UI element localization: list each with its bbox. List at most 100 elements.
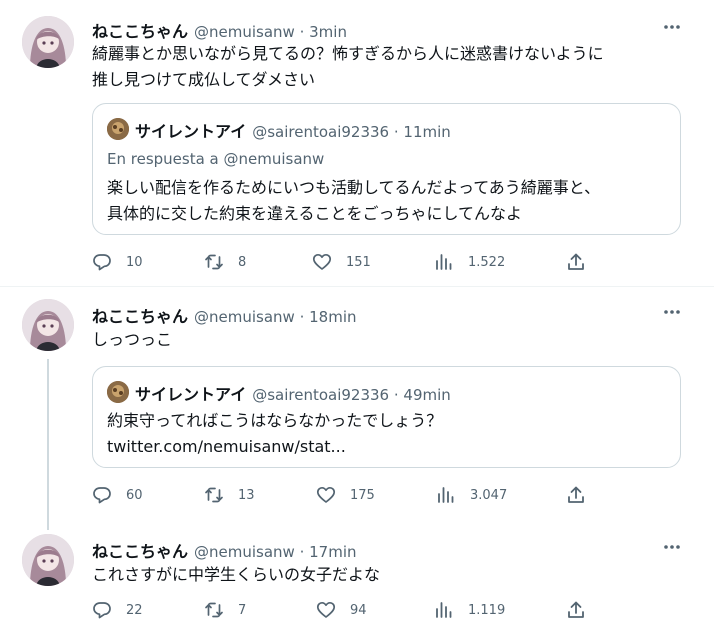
quote-timestamp: 49min — [403, 386, 451, 404]
tweet-header: ねここちゃん @nemuisanw · 18min — [92, 303, 357, 327]
quote-timestamp: 11min — [403, 123, 451, 141]
reply-button[interactable]: 22 — [92, 599, 143, 621]
reply-button[interactable]: 60 — [92, 484, 143, 506]
tweet[interactable]: ねここちゃん @nemuisanw · 3min 綺麗事とか思いながら見てるの？… — [0, 0, 714, 286]
tweet[interactable]: ねここちゃん @nemuisanw · 18min しっつっこ サイレントアイ … — [0, 287, 714, 524]
views-icon — [438, 487, 454, 503]
like-count: 151 — [346, 254, 371, 270]
timestamp[interactable]: 3min — [309, 23, 347, 41]
like-button[interactable]: 151 — [312, 251, 371, 273]
avatar-image — [22, 299, 74, 351]
more-icon[interactable] — [662, 537, 682, 557]
reply-count: 22 — [126, 602, 143, 618]
retweet-count: 8 — [238, 254, 247, 270]
action-bar: 22 7 94 1.119 — [92, 599, 612, 621]
reply-icon — [93, 487, 111, 504]
timestamp[interactable]: 18min — [309, 308, 356, 326]
quoted-tweet[interactable]: サイレントアイ @sairentoai92336 · 49min 約束守ってれば… — [92, 366, 681, 468]
avatar-image — [22, 16, 74, 68]
reply-count: 10 — [126, 254, 143, 270]
like-button[interactable]: 94 — [316, 599, 367, 621]
quote-header: サイレントアイ @sairentoai92336 · 49min — [135, 381, 451, 405]
quote-header: サイレントアイ @sairentoai92336 · 11min — [135, 118, 451, 142]
reply-prefix: En respuesta a — [107, 150, 224, 168]
reply-button[interactable]: 10 — [92, 251, 143, 273]
views-button[interactable]: 1.119 — [434, 599, 505, 621]
share-button[interactable] — [566, 599, 600, 621]
reply-icon — [93, 254, 111, 271]
quote-text-line: 具体的に交した約束を違えることをごっちゃにしてんなよ — [107, 204, 523, 223]
reply-context: En respuesta a @nemuisanw — [107, 150, 324, 168]
display-name[interactable]: ねここちゃん — [92, 538, 188, 562]
quote-handle: @sairentoai92336 — [252, 386, 390, 404]
display-name[interactable]: ねここちゃん — [92, 18, 188, 42]
retweet-count: 13 — [238, 487, 255, 503]
retweet-count: 7 — [238, 602, 247, 618]
share-button[interactable] — [566, 251, 600, 273]
retweet-button[interactable]: 7 — [204, 599, 246, 621]
timestamp[interactable]: 17min — [309, 543, 356, 561]
retweet-icon — [205, 487, 223, 503]
tweet-text-line: 推し見つけて成仏してダメさい — [92, 70, 316, 89]
thread-line — [47, 359, 49, 524]
share-icon — [568, 253, 584, 270]
avatar-image — [22, 534, 74, 586]
views-count: 3.047 — [470, 487, 508, 503]
avatar[interactable] — [22, 299, 74, 351]
timeline: ねここちゃん @nemuisanw · 3min 綺麗事とか思いながら見てるの？… — [0, 0, 714, 640]
quote-text-line: 楽しい配信を作るためにいつも活動してるんだよってあう綺麗事と、 — [107, 178, 601, 197]
separator-dot: · — [389, 386, 404, 404]
tweet-text: 綺麗事とか思いながら見てるの？怖すぎるから人に迷惑書けないように 推し見つけて成… — [92, 41, 682, 93]
heart-icon — [316, 486, 336, 503]
views-button[interactable]: 3.047 — [436, 484, 507, 506]
views-button[interactable]: 1.522 — [434, 251, 505, 273]
like-button[interactable]: 175 — [316, 484, 375, 506]
thread-line — [47, 524, 49, 530]
tweet-text: これさすがに中学生くらいの女子だよな — [92, 562, 682, 588]
tweet-text: しっつっこ — [92, 327, 682, 353]
like-count: 175 — [350, 487, 375, 503]
quote-text: 楽しい配信を作るためにいつも活動してるんだよってあう綺麗事と、 具体的に交した約… — [107, 175, 667, 227]
action-bar: 10 8 151 1.522 — [92, 251, 612, 273]
views-icon — [436, 602, 452, 618]
views-count: 1.119 — [468, 602, 506, 618]
like-count: 94 — [350, 602, 367, 618]
reply-icon — [93, 602, 111, 619]
share-icon — [568, 601, 584, 618]
retweet-button[interactable]: 8 — [204, 251, 246, 273]
tweet-header: ねここちゃん @nemuisanw · 3min — [92, 18, 347, 42]
views-icon — [436, 254, 452, 270]
retweet-icon — [205, 602, 223, 618]
quote-display-name: サイレントアイ — [135, 385, 247, 404]
display-name[interactable]: ねここちゃん — [92, 303, 188, 327]
reply-handle[interactable]: @nemuisanw — [224, 150, 325, 168]
tweet-text-line: 綺麗事とか思いながら見てるの？怖すぎるから人に迷惑書けないように — [92, 44, 604, 63]
quote-display-name: サイレントアイ — [135, 122, 247, 141]
user-handle[interactable]: @nemuisanw — [194, 543, 295, 561]
quote-text: 約束守ってればこうはならなかったでしょう？ twitter.com/nemuis… — [107, 408, 667, 460]
separator-dot: · — [294, 543, 310, 561]
quote-handle: @sairentoai92336 — [252, 123, 390, 141]
quote-avatar — [107, 381, 129, 403]
tweet[interactable]: ねここちゃん @nemuisanw · 17min これさすがに中学生くらいの女… — [0, 524, 714, 640]
retweet-button[interactable]: 13 — [204, 484, 255, 506]
tweet-text-line: しっつっこ — [92, 330, 173, 349]
heart-icon — [316, 601, 336, 618]
quote-avatar — [107, 118, 129, 140]
quoted-tweet[interactable]: サイレントアイ @sairentoai92336 · 11min En resp… — [92, 103, 681, 235]
views-count: 1.522 — [468, 254, 506, 270]
avatar[interactable] — [22, 534, 74, 586]
quote-link[interactable]: twitter.com/nemuisanw/stat... — [107, 434, 667, 460]
tweet-header: ねここちゃん @nemuisanw · 17min — [92, 538, 357, 562]
more-icon[interactable] — [662, 302, 682, 322]
quote-text-line: 約束守ってればこうはならなかったでしょう？ — [107, 411, 443, 430]
user-handle[interactable]: @nemuisanw — [194, 308, 295, 326]
share-icon — [568, 486, 584, 503]
avatar[interactable] — [22, 16, 74, 68]
action-bar: 60 13 175 3.047 — [92, 484, 612, 506]
tweet-text-line: これさすがに中学生くらいの女子だよな — [92, 565, 381, 584]
more-icon[interactable] — [662, 17, 682, 37]
share-button[interactable] — [566, 484, 600, 506]
user-handle[interactable]: @nemuisanw — [194, 23, 295, 41]
separator-dot: · — [389, 123, 404, 141]
